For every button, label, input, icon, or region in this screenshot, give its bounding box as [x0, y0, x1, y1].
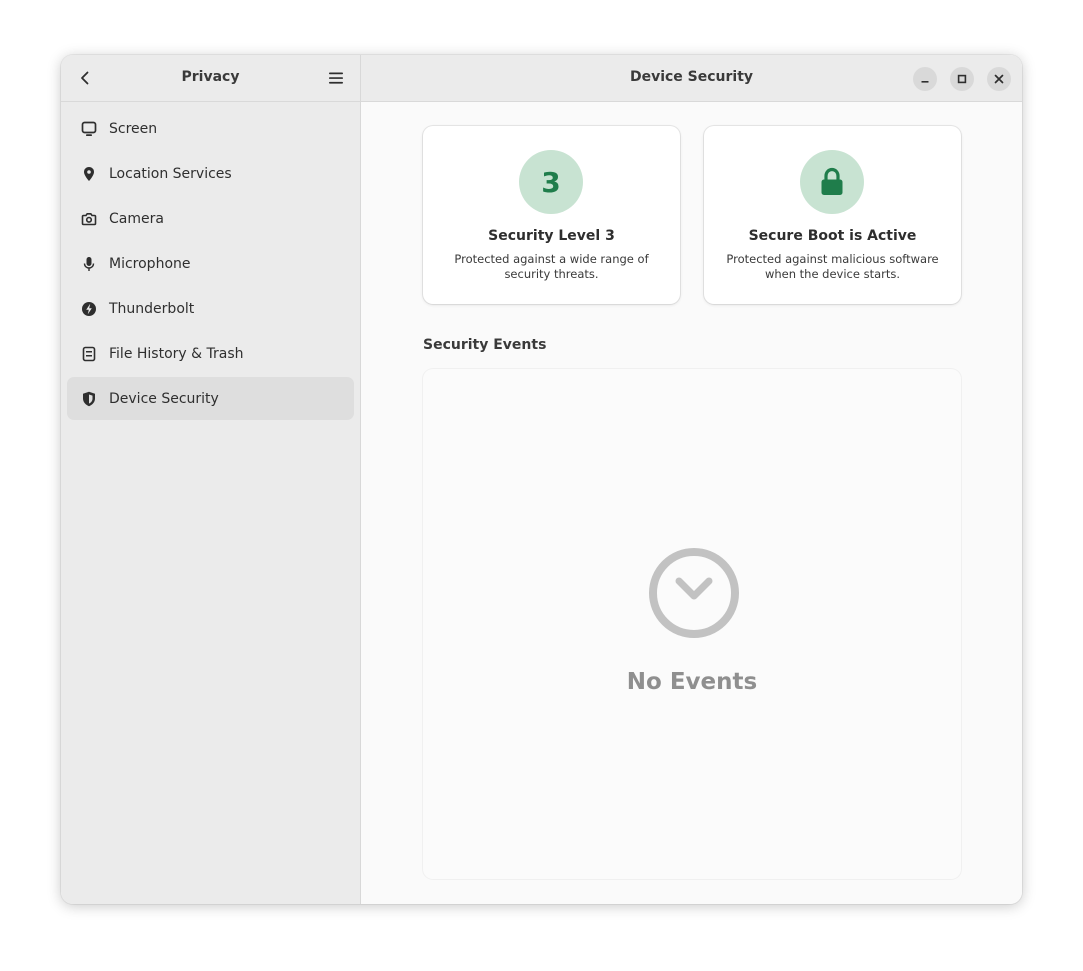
card-description: Protected against a wide range of securi…: [454, 252, 649, 281]
sidebar: Privacy Screen Location Services Camera …: [61, 55, 361, 904]
main-menu-button[interactable]: [322, 64, 350, 92]
clock-check-icon: [649, 548, 739, 638]
card-title: Security Level 3: [488, 228, 615, 244]
security-level-number: 3: [541, 165, 561, 199]
close-button[interactable]: [987, 67, 1011, 91]
sidebar-list: Screen Location Services Camera Micropho…: [67, 107, 354, 422]
close-icon: [994, 74, 1004, 84]
location-pin-icon: [81, 166, 97, 182]
sidebar-item-label: File History & Trash: [109, 345, 244, 362]
maximize-button[interactable]: [950, 67, 974, 91]
shield-icon: [81, 391, 97, 407]
security-level-card[interactable]: 3 Security Level 3 Protected against a w…: [423, 126, 680, 304]
maximize-icon: [957, 74, 967, 84]
sidebar-item-file-history-trash[interactable]: File History & Trash: [67, 332, 354, 375]
padlock-icon: [821, 167, 843, 195]
hamburger-menu-icon: [329, 72, 343, 84]
sidebar-item-label: Device Security: [109, 390, 219, 407]
sidebar-item-camera[interactable]: Camera: [67, 197, 354, 240]
sidebar-title: Privacy: [181, 69, 240, 85]
minimize-icon: [921, 81, 929, 83]
sidebar-item-label: Location Services: [109, 165, 232, 182]
display-icon: [81, 121, 97, 137]
camera-icon: [81, 211, 97, 227]
sidebar-item-thunderbolt[interactable]: Thunderbolt: [67, 287, 354, 330]
card-description: Protected against malicious software whe…: [726, 252, 939, 281]
secure-boot-card[interactable]: Secure Boot is Active Protected against …: [704, 126, 961, 304]
empty-state-label: No Events: [626, 669, 758, 695]
sidebar-item-label: Camera: [109, 210, 164, 227]
sidebar-item-label: Microphone: [109, 255, 191, 272]
sidebar-item-device-security[interactable]: Device Security: [67, 377, 354, 420]
card-title: Secure Boot is Active: [748, 228, 917, 244]
file-history-icon: [81, 346, 97, 362]
thunderbolt-icon: [81, 301, 97, 317]
settings-window: Privacy Screen Location Services Camera …: [61, 55, 1022, 904]
main-panel: Device Security 3 Security Level 3 Prote…: [361, 55, 1022, 904]
security-events-panel: No Events: [423, 369, 961, 879]
sidebar-header: Privacy: [61, 55, 360, 102]
security-events-heading: Security Events: [423, 337, 547, 353]
sidebar-item-microphone[interactable]: Microphone: [67, 242, 354, 285]
minimize-button[interactable]: [913, 67, 937, 91]
main-header: Device Security: [361, 55, 1022, 102]
sidebar-item-label: Thunderbolt: [109, 300, 195, 317]
sidebar-item-location-services[interactable]: Location Services: [67, 152, 354, 195]
sidebar-item-screen[interactable]: Screen: [67, 107, 354, 150]
sidebar-item-label: Screen: [109, 120, 158, 137]
secure-boot-badge: [800, 150, 864, 214]
security-level-badge: 3: [519, 150, 583, 214]
microphone-icon: [81, 256, 97, 272]
